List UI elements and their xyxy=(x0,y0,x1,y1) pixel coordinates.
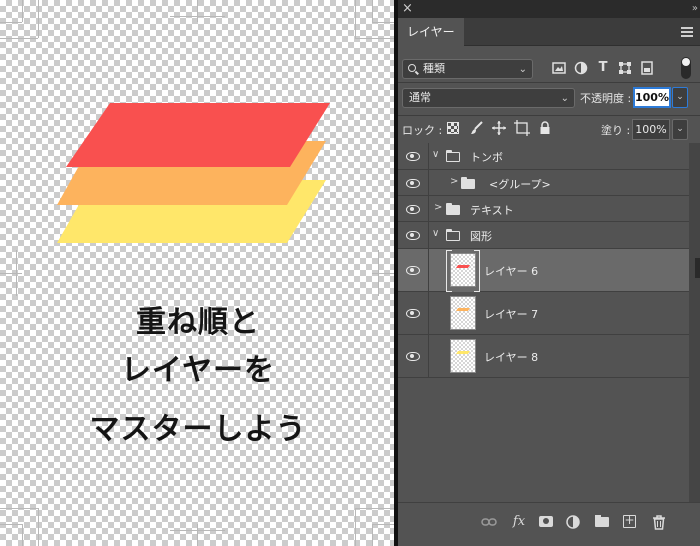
blend-mode-value: 通常 xyxy=(409,91,431,104)
opacity-dropdown-button[interactable]: ⌄ xyxy=(672,87,688,108)
visibility-eye-icon[interactable] xyxy=(406,231,420,240)
scrollbar-thumb[interactable] xyxy=(695,258,700,278)
new-layer-icon[interactable]: + xyxy=(623,514,636,528)
layer-row-8[interactable]: レイヤー 8 xyxy=(398,335,689,378)
layer-name: テキスト xyxy=(470,204,514,217)
panel-title-bar: × » xyxy=(398,0,700,18)
document-canvas[interactable]: 重ね順と レイヤーを マスターしよう xyxy=(0,0,395,546)
panel-tab-bar: レイヤー xyxy=(398,18,700,46)
caption-line-2: レイヤーを xyxy=(120,353,276,388)
red-shape xyxy=(66,103,330,167)
layer-name: レイヤー 6 xyxy=(484,265,539,278)
panel-menu-icon[interactable] xyxy=(681,27,693,37)
chevron-down-icon[interactable]: ∨ xyxy=(432,228,439,239)
layer-row-7[interactable]: レイヤー 7 xyxy=(398,292,689,335)
layer-row-group-text[interactable]: > テキスト xyxy=(398,196,689,222)
visibility-eye-icon[interactable] xyxy=(406,179,420,188)
fill-input[interactable]: 100% xyxy=(632,119,670,140)
chevron-down-icon: ⌄ xyxy=(560,93,569,104)
layer-filter-select[interactable]: 種類 ⌄ xyxy=(402,59,533,79)
lock-artboard-icon[interactable] xyxy=(514,120,530,136)
smart-object-filter-icon[interactable] xyxy=(640,61,654,75)
lock-row: ロック : 塗り : 100% ⌄ xyxy=(398,110,700,144)
lock-position-icon[interactable] xyxy=(491,120,507,136)
divider xyxy=(428,292,429,334)
chevron-right-icon[interactable]: > xyxy=(450,176,458,187)
folder-icon[interactable] xyxy=(595,515,609,527)
chevron-down-icon: ⌄ xyxy=(518,64,527,75)
layer-row-group-sub[interactable]: > <グループ> xyxy=(398,170,689,196)
layer-filter-value: 種類 xyxy=(423,62,445,75)
divider xyxy=(428,143,429,169)
divider xyxy=(428,170,429,195)
mask-icon[interactable] xyxy=(539,516,553,527)
type-filter-icon[interactable]: T xyxy=(596,61,610,75)
layer-thumbnail xyxy=(450,339,476,373)
layer-list-scrollbar[interactable] xyxy=(689,143,700,502)
layer-row-group-shapes[interactable]: ∨ 図形 xyxy=(398,222,689,249)
layer-thumbnail xyxy=(450,296,476,330)
layer-row-6[interactable]: レイヤー 6 xyxy=(398,249,689,292)
thumbnail-shape xyxy=(455,351,471,354)
caption-line-3: マスターしよう xyxy=(89,412,307,447)
visibility-eye-icon[interactable] xyxy=(406,352,420,361)
filter-row: 種類 ⌄ T xyxy=(398,47,700,82)
panel-footer: fx + xyxy=(398,502,700,546)
fill-label: 塗り : xyxy=(601,124,631,137)
visibility-eye-icon[interactable] xyxy=(406,205,420,214)
pixel-filter-icon[interactable] xyxy=(552,61,566,75)
collapse-icon[interactable]: » xyxy=(692,1,698,17)
chevron-down-icon[interactable]: ∨ xyxy=(432,149,439,160)
lock-label: ロック : xyxy=(402,124,443,137)
trash-icon[interactable] xyxy=(651,514,667,530)
opacity-label: 不透明度 : xyxy=(580,92,632,105)
visibility-eye-icon[interactable] xyxy=(406,309,420,318)
folder-icon xyxy=(445,149,460,162)
divider xyxy=(428,335,429,377)
divider xyxy=(428,249,429,291)
layered-shapes-artwork xyxy=(57,103,330,243)
fill-dropdown-button[interactable]: ⌄ xyxy=(672,119,688,140)
caption-line-1: 重ね順と xyxy=(136,305,260,340)
adjustment-icon[interactable] xyxy=(565,514,581,530)
thumbnail-shape xyxy=(455,265,471,268)
fx-icon[interactable]: fx xyxy=(511,514,527,530)
link-icon[interactable] xyxy=(481,514,497,530)
lock-transparent-pixels-icon[interactable] xyxy=(447,122,459,134)
folder-icon xyxy=(445,228,460,241)
opacity-input[interactable]: 100% xyxy=(633,87,671,108)
blend-mode-select[interactable]: 通常 ⌄ xyxy=(402,88,575,108)
shape-filter-icon[interactable] xyxy=(618,61,632,75)
search-icon xyxy=(408,64,416,72)
layer-row-group-tonbo[interactable]: ∨ トンボ xyxy=(398,143,689,170)
lock-all-icon[interactable] xyxy=(537,120,553,136)
lock-image-pixels-icon[interactable] xyxy=(469,120,485,136)
layer-name: レイヤー 8 xyxy=(484,351,539,364)
layer-name: 図形 xyxy=(470,230,492,243)
layer-name: レイヤー 7 xyxy=(484,308,539,321)
folder-icon xyxy=(446,203,460,215)
folder-icon xyxy=(461,177,475,189)
thumbnail-shape xyxy=(455,308,471,311)
visibility-eye-icon[interactable] xyxy=(406,152,420,161)
chevron-right-icon[interactable]: > xyxy=(434,202,442,213)
blend-row: 通常 ⌄ 不透明度 : 100% ⌄ xyxy=(398,78,700,113)
divider xyxy=(428,196,429,221)
layer-thumbnail xyxy=(450,253,476,287)
filter-toggle[interactable] xyxy=(681,57,691,79)
visibility-eye-icon[interactable] xyxy=(406,266,420,275)
layers-panel: × » レイヤー 種類 ⌄ T 通常 ⌄ 不透明度: 100% ⌄ ロック:… xyxy=(398,0,700,546)
adjustment-filter-icon[interactable] xyxy=(574,61,588,75)
layer-name: トンボ xyxy=(470,151,503,164)
divider xyxy=(428,222,429,248)
tab-layers[interactable]: レイヤー xyxy=(398,18,464,46)
layer-name: <グループ> xyxy=(489,178,551,191)
close-icon[interactable]: × xyxy=(402,1,413,17)
